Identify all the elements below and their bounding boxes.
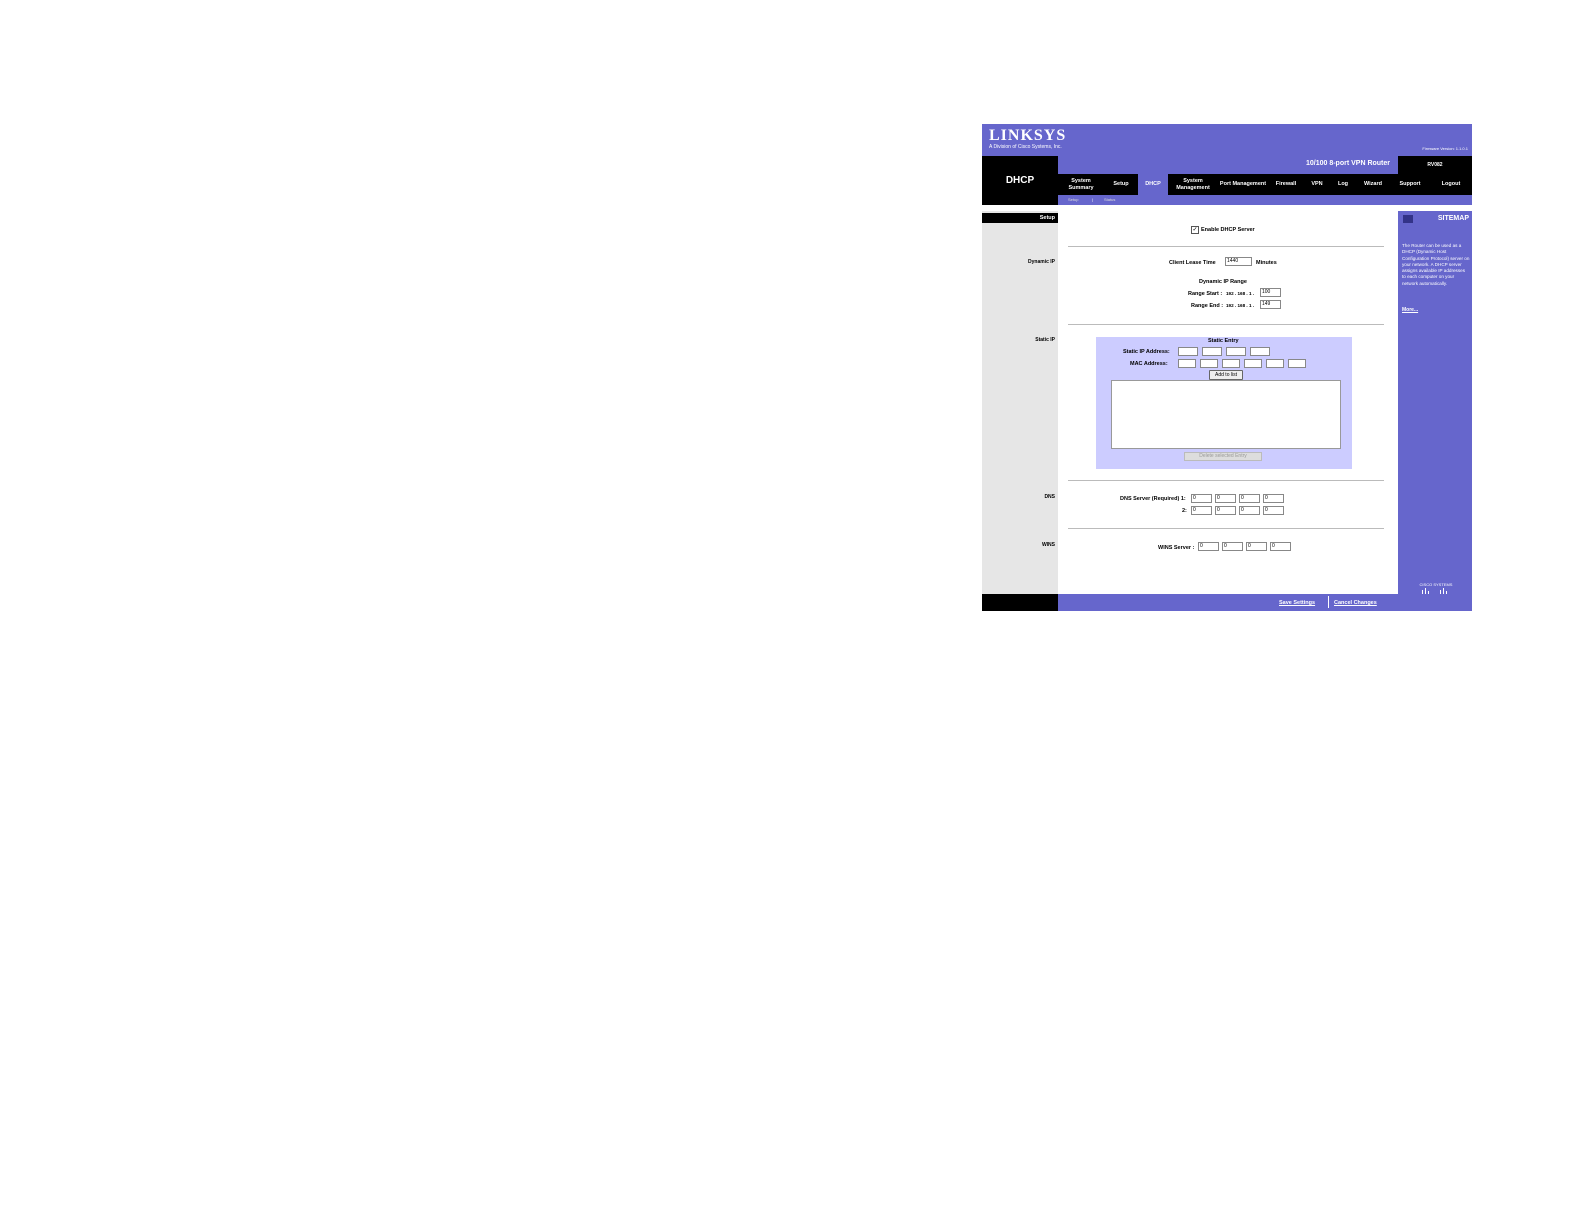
dns1-octet-1[interactable]: 0 [1191, 494, 1212, 503]
range-start-input[interactable]: 100 [1260, 288, 1281, 297]
subtab-divider: | [1092, 197, 1094, 202]
tab-dhcp[interactable]: DHCP [1138, 174, 1168, 195]
wins-octet-4[interactable]: 0 [1270, 542, 1291, 551]
divider [1068, 528, 1384, 529]
range-start-label: Range Start : [1188, 291, 1223, 297]
static-ip-label: Static IP Address: [1123, 349, 1170, 355]
mac-octet-2[interactable] [1200, 359, 1218, 368]
footer-left [982, 594, 1058, 611]
tab-wizard[interactable]: Wizard [1356, 174, 1390, 195]
linksys-logo: LINKSYS [989, 127, 1067, 144]
range-end-label: Range End : [1191, 303, 1224, 309]
product-name: 10/100 8-port VPN Router [1305, 160, 1390, 167]
model-number: RV082 [1398, 156, 1472, 174]
tab-system-management[interactable]: System Management [1168, 174, 1218, 195]
footer-divider [1328, 596, 1329, 608]
logo-subtitle: A Division of Cisco Systems, Inc. [989, 144, 1062, 150]
section-dynamic-ip: Dynamic IP [1028, 259, 1055, 265]
range-title: Dynamic IP Range [1199, 279, 1247, 285]
page-title: DHCP [1005, 175, 1035, 186]
tab-system-summary[interactable]: System Summary [1058, 174, 1104, 195]
static-entry-title: Static Entry [1208, 338, 1239, 344]
tab-firewall[interactable]: Firewall [1268, 174, 1304, 195]
left-column [982, 211, 1058, 594]
static-entry-list[interactable] [1111, 380, 1341, 449]
mac-octet-3[interactable] [1222, 359, 1240, 368]
mac-octet-1[interactable] [1178, 359, 1196, 368]
dns2-label: 2: [1182, 508, 1187, 514]
router-admin-page: LINKSYS A Division of Cisco Systems, Inc… [982, 124, 1472, 611]
product-bar: 10/100 8-port VPN Router [1058, 156, 1398, 174]
wins-label: WINS Server : [1158, 545, 1195, 551]
enable-dhcp-checkbox[interactable]: ✓ [1191, 226, 1199, 234]
mac-address-label: MAC Address: [1130, 361, 1168, 367]
tab-log[interactable]: Log [1330, 174, 1356, 195]
dns1-octet-2[interactable]: 0 [1215, 494, 1236, 503]
sitemap-header[interactable]: SITEMAP [1398, 213, 1472, 225]
static-ip-octet-1[interactable] [1178, 347, 1198, 356]
static-ip-octet-2[interactable] [1202, 347, 1222, 356]
lease-unit: Minutes [1256, 260, 1277, 266]
tab-port-management[interactable]: Port Management [1218, 174, 1268, 195]
range-end-input[interactable]: 149 [1260, 300, 1281, 309]
section-static-ip: Static IP [1035, 337, 1055, 343]
mac-octet-5[interactable] [1266, 359, 1284, 368]
tab-logout[interactable]: Logout [1430, 174, 1472, 195]
save-settings-button[interactable]: Save Settings [1279, 600, 1315, 606]
wins-octet-3[interactable]: 0 [1246, 542, 1267, 551]
enable-dhcp-label: Enable DHCP Server [1201, 227, 1255, 233]
tab-support[interactable]: Support [1390, 174, 1430, 195]
section-setup: Setup [982, 213, 1058, 223]
subtab-status[interactable]: Status [1104, 197, 1115, 202]
sitemap-title: SITEMAP [1437, 215, 1469, 222]
range-start-prefix: 192 . 168 . 1 . [1226, 291, 1255, 296]
firmware-version: Firmware Version: 1.1.0.1 [1422, 146, 1468, 151]
tab-setup[interactable]: Setup [1104, 174, 1138, 195]
lease-time-label: Client Lease Time [1169, 260, 1216, 266]
range-end-prefix: 192 . 168 . 1 . [1226, 303, 1255, 308]
static-ip-octet-4[interactable] [1250, 347, 1270, 356]
footer-right [1398, 594, 1472, 611]
dns1-octet-3[interactable]: 0 [1239, 494, 1260, 503]
section-dns: DNS [1044, 494, 1055, 500]
divider [1068, 324, 1384, 325]
subtab-setup[interactable]: Setup [1068, 197, 1078, 202]
mac-octet-4[interactable] [1244, 359, 1262, 368]
dns2-octet-2[interactable]: 0 [1215, 506, 1236, 515]
delete-entry-button[interactable]: Delete selected Entry [1184, 452, 1262, 461]
divider [1068, 480, 1384, 481]
add-to-list-button[interactable]: Add to list [1209, 370, 1243, 380]
sub-nav: Setup | Status [1058, 195, 1472, 205]
static-ip-octet-3[interactable] [1226, 347, 1246, 356]
dns2-octet-4[interactable]: 0 [1263, 506, 1284, 515]
divider [1068, 246, 1384, 247]
cancel-changes-button[interactable]: Cancel Changes [1334, 600, 1377, 606]
lease-time-input[interactable]: 1440 [1225, 257, 1252, 266]
more-link[interactable]: More... [1402, 307, 1418, 313]
section-wins: WINS [1041, 542, 1055, 548]
main-nav: System Summary Setup DHCP System Managem… [1058, 174, 1472, 195]
wins-octet-2[interactable]: 0 [1222, 542, 1243, 551]
sitemap-icon [1403, 215, 1413, 223]
wins-octet-1[interactable]: 0 [1198, 542, 1219, 551]
dns1-octet-4[interactable]: 0 [1263, 494, 1284, 503]
dns2-octet-1[interactable]: 0 [1191, 506, 1212, 515]
help-text: The Router can be used as a DHCP (Dynami… [1402, 243, 1470, 286]
mac-octet-6[interactable] [1288, 359, 1306, 368]
dns1-label: DNS Server (Required) 1: [1120, 496, 1186, 502]
header-bar: LINKSYS A Division of Cisco Systems, Inc… [982, 124, 1472, 156]
tab-vpn[interactable]: VPN [1304, 174, 1330, 195]
dns2-octet-3[interactable]: 0 [1239, 506, 1260, 515]
